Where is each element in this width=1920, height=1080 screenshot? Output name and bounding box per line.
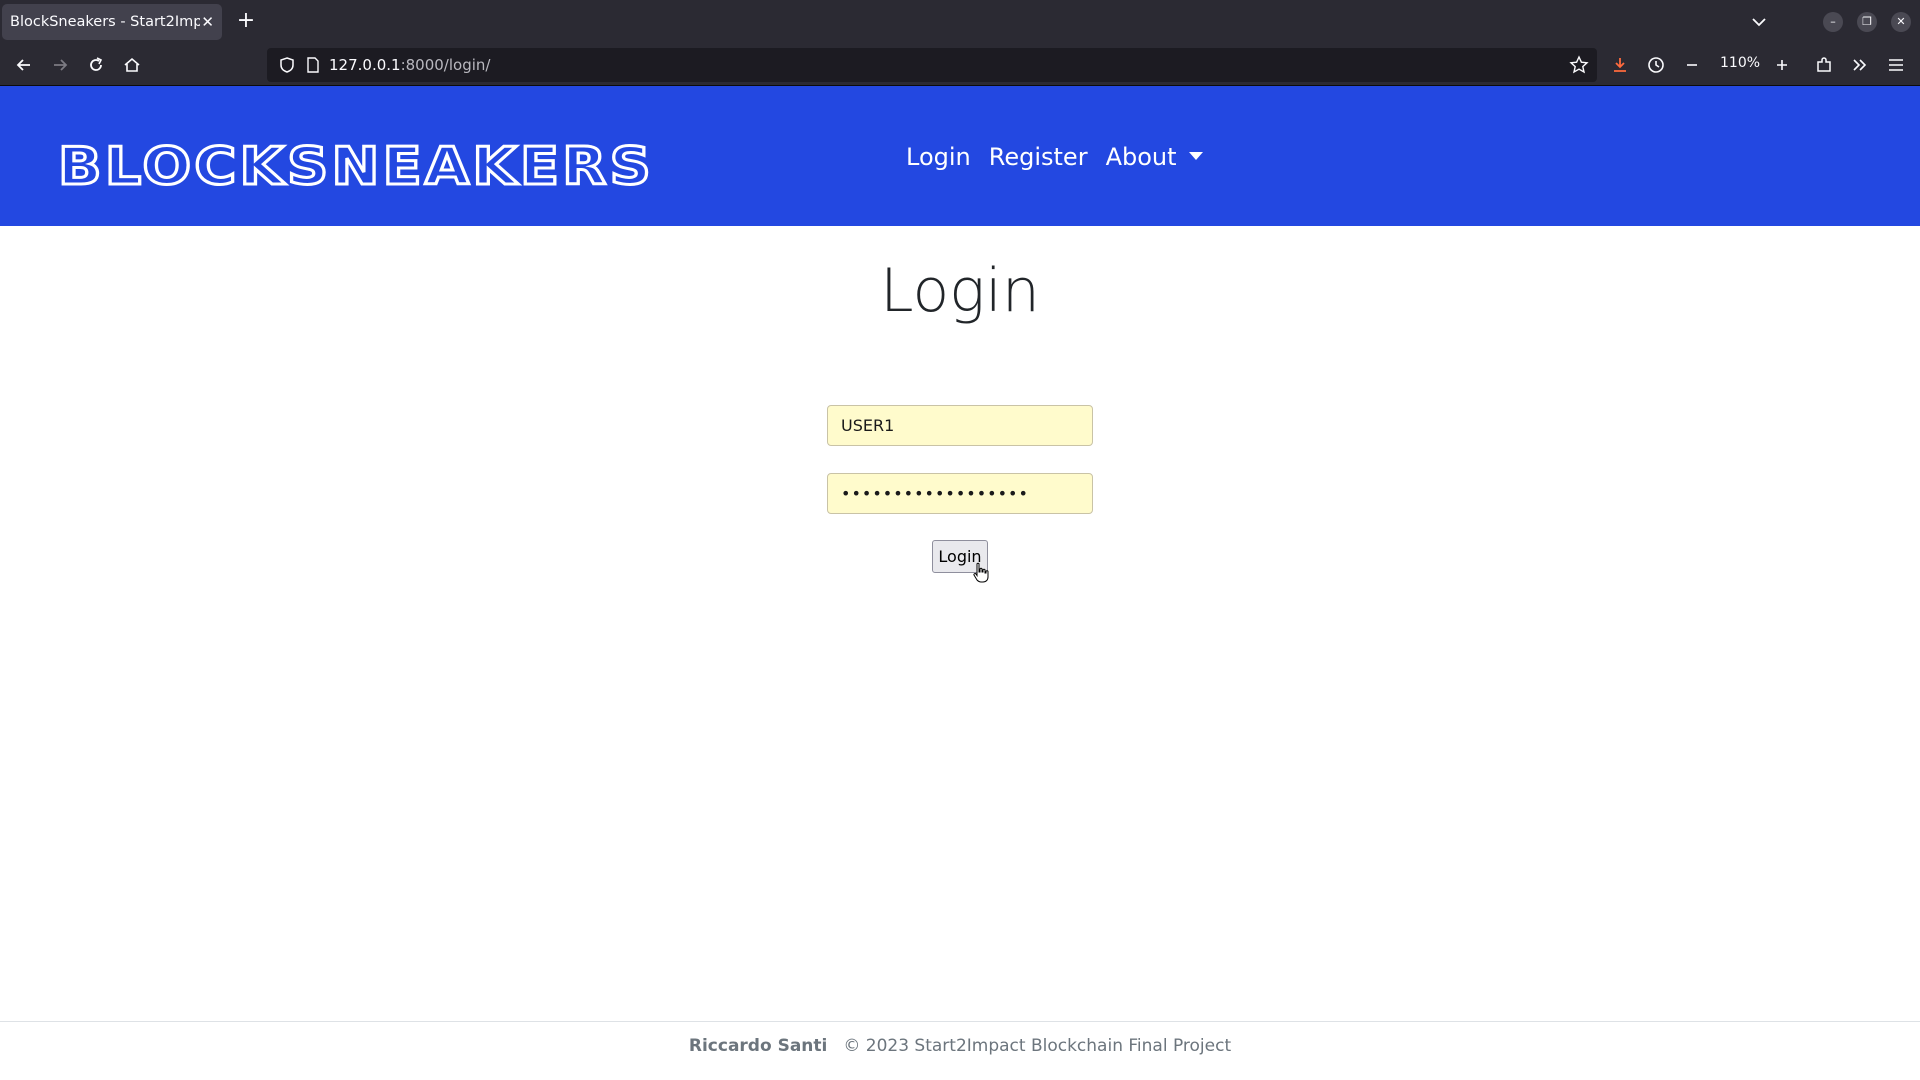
forward-icon[interactable] [48,53,72,77]
reload-icon[interactable] [84,53,108,77]
zoom-out-icon[interactable] [1680,53,1704,77]
browser-toolbar: 127.0.0.1:8000/login/ 110% [0,44,1920,86]
hamburger-menu-icon[interactable] [1884,53,1908,77]
browser-tab-active[interactable]: BlockSneakers - Start2Impact ✕ [2,4,222,40]
browser-tab-strip: BlockSneakers - Start2Impact ✕ + – ❐ ✕ [0,0,1920,44]
password-input[interactable] [827,473,1093,514]
nav-about-dropdown[interactable]: About [1106,143,1203,171]
zoom-in-icon[interactable] [1770,53,1794,77]
nav-register-link[interactable]: Register [989,143,1088,171]
hand-pointer-cursor-icon [972,562,990,588]
nav-login-link[interactable]: Login [906,143,971,171]
nav-about-label: About [1105,143,1177,171]
url-path: :8000/login/ [400,56,491,74]
footer-copyright: © 2023 Start2Impact Blockchain Final Pro… [843,1036,1232,1056]
site-footer: Riccardo Santi © 2023 Start2Impact Blockc… [0,1021,1920,1080]
home-icon[interactable] [120,53,144,77]
extensions-icon[interactable] [1812,53,1836,77]
caret-down-icon [1188,152,1203,160]
close-tab-icon[interactable]: ✕ [201,12,214,32]
page-icon[interactable] [301,53,325,77]
new-tab-icon[interactable]: + [234,10,258,34]
shield-icon[interactable] [275,53,299,77]
downloads-icon[interactable] [1608,53,1632,77]
main-nav: Login Register About [906,143,1203,171]
brand-logo[interactable]: BLOCKSNEAKERS [57,136,658,200]
footer-author: Riccardo Santi [688,1036,828,1056]
close-window-icon[interactable]: ✕ [1891,12,1911,32]
history-clock-icon[interactable] [1644,53,1668,77]
page-title: Login [880,256,1040,326]
minimize-icon[interactable]: – [1823,12,1843,32]
bookmark-star-icon[interactable] [1567,53,1591,77]
url-host: 127.0.0.1 [329,56,401,74]
overflow-chevrons-icon[interactable] [1848,53,1872,77]
url-bar[interactable]: 127.0.0.1:8000/login/ [267,48,1597,82]
brand-text: BLOCKSNEAKERS [58,137,654,196]
url-text[interactable]: 127.0.0.1:8000/login/ [329,56,490,74]
tab-title: BlockSneakers - Start2Impact [10,14,200,30]
footer-content: Riccardo Santi © 2023 Start2Impact Blockc… [0,1036,1920,1056]
username-input[interactable] [827,405,1093,446]
restore-icon[interactable]: ❐ [1857,12,1877,32]
brand-logo-svg: BLOCKSNEAKERS [57,136,654,199]
zoom-level[interactable]: 110% [1720,55,1760,71]
site-header: BLOCKSNEAKERS Login Register About [0,86,1920,226]
tab-list-chevron-icon[interactable] [1746,10,1772,34]
back-icon[interactable] [12,53,36,77]
